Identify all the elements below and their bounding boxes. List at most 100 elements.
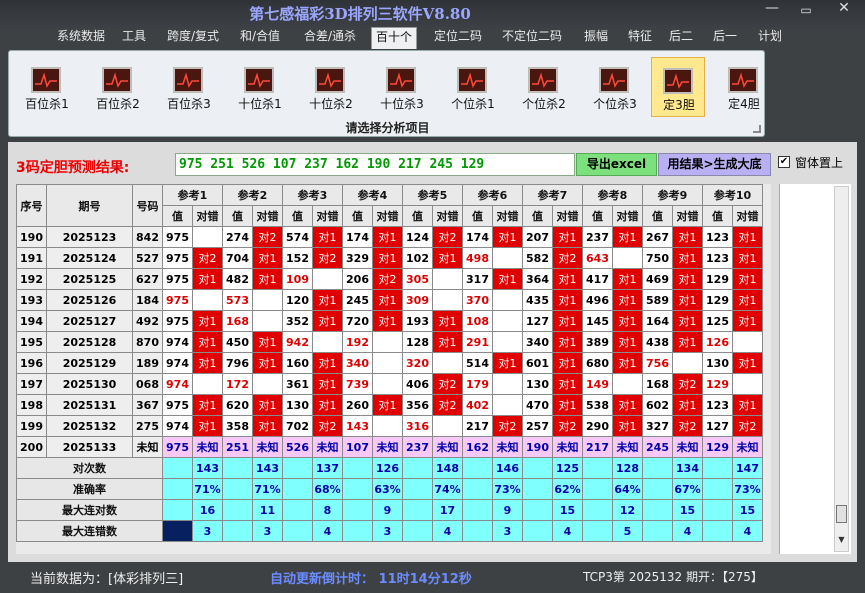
ribbon-item-10[interactable]: 定3胆 <box>651 57 705 117</box>
table-row[interactable]: 190 2025123 842 975 274 对2 574 对1 174 对1 124 对2 174 对… <box>16 226 763 248</box>
menu-6[interactable]: 百十个 <box>371 27 417 49</box>
menu-4[interactable]: 和/合值 <box>236 27 284 49</box>
chart-icon <box>599 67 629 93</box>
maximize-icon[interactable]: ▭ <box>793 3 819 25</box>
generate-base-button[interactable]: 用结果>生成大底 <box>658 153 771 176</box>
menu-11[interactable]: 后二 <box>665 27 697 49</box>
row-hit: 未知 <box>612 436 643 458</box>
stay-on-top-checkbox[interactable]: ✔ <box>778 156 790 168</box>
ribbon-item-7[interactable]: 个位杀1 <box>441 57 505 117</box>
row-index: 191 <box>16 247 47 269</box>
ribbon-item-2[interactable]: 百位杀2 <box>86 57 150 117</box>
menu-2[interactable]: 工具 <box>118 27 150 49</box>
table-row[interactable]: 196 2025129 189 974 对1 796 对1 160 对1 340 320 514 对1 6… <box>16 352 763 374</box>
row-index: 198 <box>16 394 47 416</box>
col-header-hit: 对错 <box>612 205 643 227</box>
stats-spacer <box>282 478 313 500</box>
row-hit: 未知 <box>432 436 463 458</box>
table-row[interactable]: 195 2025128 870 974 对1 450 对1 942 192 128 对1 291 340… <box>16 331 763 353</box>
menu-12[interactable]: 后一 <box>709 27 741 49</box>
menu-10[interactable]: 特征 <box>622 27 658 49</box>
ribbon-item-8[interactable]: 个位杀2 <box>512 57 576 117</box>
row-hit: 对1 <box>732 394 763 416</box>
table-row[interactable]: 200 2025133 未知 975 未知 251 未知 526 未知 107 未知 237 未知 162… <box>16 436 763 458</box>
scrollbar-thumb[interactable] <box>836 505 847 523</box>
ribbon-item-9[interactable]: 个位杀3 <box>583 57 647 117</box>
row-number: 275 <box>132 415 163 437</box>
col-header-index: 序号 <box>16 184 47 227</box>
table-row[interactable]: 191 2025124 527 975 对2 704 对1 152 对2 329 对1 102 对1 49… <box>16 247 763 269</box>
row-value: 352 <box>282 310 313 332</box>
row-hit: 对1 <box>192 310 223 332</box>
row-value: 370 <box>462 289 493 311</box>
row-value: 257 <box>522 415 553 437</box>
row-value: 975 <box>162 289 193 311</box>
row-value: 108 <box>462 310 493 332</box>
ribbon-item-4[interactable]: 十位杀1 <box>228 57 292 117</box>
row-hit: 对2 <box>252 226 283 248</box>
stats-value: 3 <box>192 520 223 542</box>
row-value: 190 <box>522 436 553 458</box>
menu-7[interactable]: 定位二码 <box>430 27 486 49</box>
menu-5[interactable]: 合差/通杀 <box>300 27 360 49</box>
row-value: 120 <box>282 289 313 311</box>
row-value: 406 <box>402 373 433 395</box>
ribbon-item-6[interactable]: 十位杀3 <box>370 57 434 117</box>
row-value: 274 <box>222 226 253 248</box>
row-hit: 对2 <box>492 415 523 437</box>
ribbon-expand-icon[interactable] <box>753 125 761 133</box>
menu-1[interactable]: 系统数据 <box>53 27 109 49</box>
ribbon-item-3[interactable]: 百位杀3 <box>157 57 221 117</box>
ribbon-item-11[interactable]: 定4胆 <box>719 57 769 117</box>
table-row[interactable]: 194 2025127 492 975 对1 168 352 对1 720 对1 193 对1 108 1… <box>16 310 763 332</box>
row-value: 128 <box>402 331 433 353</box>
col-header-value: 值 <box>522 205 553 227</box>
menu-9[interactable]: 振幅 <box>578 27 614 49</box>
row-hit: 对1 <box>612 415 643 437</box>
row-value: 245 <box>342 289 373 311</box>
table-row[interactable]: 192 2025125 627 975 对1 482 对1 109 206 对2 305 317 对1 3… <box>16 268 763 290</box>
menu-13[interactable]: 计划 <box>755 27 785 49</box>
row-value: 974 <box>162 373 193 395</box>
row-number: 未知 <box>132 436 163 458</box>
row-hit: 对1 <box>552 226 583 248</box>
ribbon-item-1[interactable]: 百位杀1 <box>15 57 79 117</box>
table-row[interactable]: 197 2025130 068 974 172 361 对1 739 406 对2 179 130 对1… <box>16 373 763 395</box>
row-value: 417 <box>582 268 613 290</box>
result-panel: 3码定胆预测结果: 975 251 526 107 237 162 190 21… <box>8 142 857 562</box>
menu-3[interactable]: 跨度/复式 <box>163 27 223 49</box>
row-hit <box>432 415 463 437</box>
table-row[interactable]: 193 2025126 184 975 573 120 对1 245 对1 309 370 435 对1… <box>16 289 763 311</box>
stats-spacer <box>342 457 373 479</box>
row-value: 680 <box>582 352 613 374</box>
row-hit: 对1 <box>672 310 703 332</box>
row-hit: 未知 <box>252 436 283 458</box>
row-value: 975 <box>162 310 193 332</box>
row-hit <box>492 394 523 416</box>
menu-bar: 系统数据 工具 跨度/复式 和/合值 合差/通杀 百十个 定位二码 不定位二码 振幅 特征 后二 后一… <box>0 27 865 49</box>
stats-value: 73% <box>492 478 523 500</box>
row-hit: 对1 <box>192 415 223 437</box>
stats-spacer <box>702 520 733 542</box>
row-issue: 2025125 <box>46 268 133 290</box>
row-value: 402 <box>462 394 493 416</box>
stats-value: 67% <box>672 478 703 500</box>
prediction-result-field[interactable]: 975 251 526 107 237 162 190 217 245 129 <box>175 153 575 176</box>
table-row[interactable]: 199 2025132 275 974 对1 358 对1 702 对2 143 316 217 对2 2… <box>16 415 763 437</box>
table-row[interactable]: 198 2025131 367 975 对1 620 对1 130 对1 260 对1 356 对2 40… <box>16 394 763 416</box>
row-hit: 对1 <box>612 394 643 416</box>
row-hit <box>432 352 463 374</box>
ribbon-item-5[interactable]: 十位杀2 <box>299 57 363 117</box>
row-hit: 对1 <box>372 289 403 311</box>
stats-spacer <box>522 499 553 521</box>
export-excel-button[interactable]: 导出excel <box>576 153 657 176</box>
scroll-down-icon[interactable]: ▼ <box>836 535 847 547</box>
menu-8[interactable]: 不定位二码 <box>496 27 568 49</box>
title-bar: 第七感福彩3D排列三软件V8.80 — ▭ ✕ <box>0 0 865 27</box>
row-hit: 对1 <box>372 310 403 332</box>
close-icon[interactable]: ✕ <box>831 0 857 22</box>
ribbon-item-label: 定4胆 <box>728 97 760 111</box>
minimize-icon[interactable]: — <box>759 0 785 22</box>
vertical-scrollbar[interactable] <box>834 186 849 552</box>
row-hit: 对2 <box>432 226 463 248</box>
